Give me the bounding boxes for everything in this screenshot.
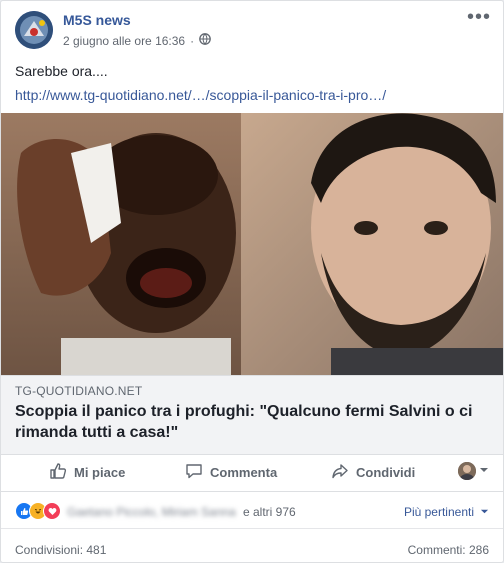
post-link[interactable]: http://www.tg-quotidiano.net/…/scoppia-i… (15, 87, 386, 103)
like-label: Mi piace (74, 464, 126, 480)
link-preview-meta[interactable]: TG-QUOTIDIANO.NET Scoppia il panico tra … (1, 375, 503, 455)
post-text: Sarebbe ora.... (15, 63, 108, 79)
reactions-summary[interactable]: Gaetano Piccolo, Miriam Sanna e altri 97… (1, 492, 503, 529)
share-arrow-icon (331, 462, 349, 483)
link-preview-image[interactable] (1, 113, 503, 375)
globe-icon[interactable] (199, 33, 211, 48)
reaction-icons[interactable] (15, 502, 61, 520)
comments-count[interactable]: Commenti: 286 (408, 543, 489, 557)
comment-label: Commenta (210, 464, 278, 480)
post-footer: Condivisioni: 481 Commenti: 286 (1, 529, 503, 562)
page-avatar[interactable] (15, 11, 53, 49)
link-title[interactable]: Scoppia il panico tra i profughi: "Qualc… (15, 401, 491, 443)
link-domain: TG-QUOTIDIANO.NET (15, 384, 143, 398)
facebook-post-card: M5S news 2 giugno alle ore 16:36 · ••• S… (0, 0, 504, 563)
post-timestamp[interactable]: 2 giugno alle ore 16:36 (63, 34, 185, 48)
like-button[interactable]: Mi piace (49, 453, 125, 491)
caret-down-icon (479, 462, 489, 480)
page-name[interactable]: M5S news (63, 12, 131, 28)
reactor-names[interactable]: Gaetano Piccolo, Miriam Sanna (67, 505, 236, 519)
reactions-others[interactable]: e altri 976 (243, 505, 296, 519)
caret-down-icon (480, 505, 489, 519)
share-label: Condividi (356, 464, 416, 480)
love-icon (43, 502, 61, 520)
sort-label: Più pertinenti (403, 505, 474, 519)
shares-count[interactable]: Condivisioni: 481 (15, 543, 106, 557)
comment-icon (185, 462, 203, 483)
more-options-icon[interactable]: ••• (467, 7, 491, 27)
post-actions-bar: Mi piace Commenta Condividi (1, 453, 503, 492)
comment-sort-dropdown[interactable]: Più pertinenti (404, 505, 489, 519)
post-meta: 2 giugno alle ore 16:36 · (63, 33, 211, 48)
comment-button[interactable]: Commenta (185, 453, 277, 491)
thumbs-up-icon (49, 462, 67, 483)
share-button[interactable]: Condividi (331, 453, 415, 491)
share-as-selector[interactable] (458, 462, 489, 480)
user-avatar (458, 462, 476, 480)
